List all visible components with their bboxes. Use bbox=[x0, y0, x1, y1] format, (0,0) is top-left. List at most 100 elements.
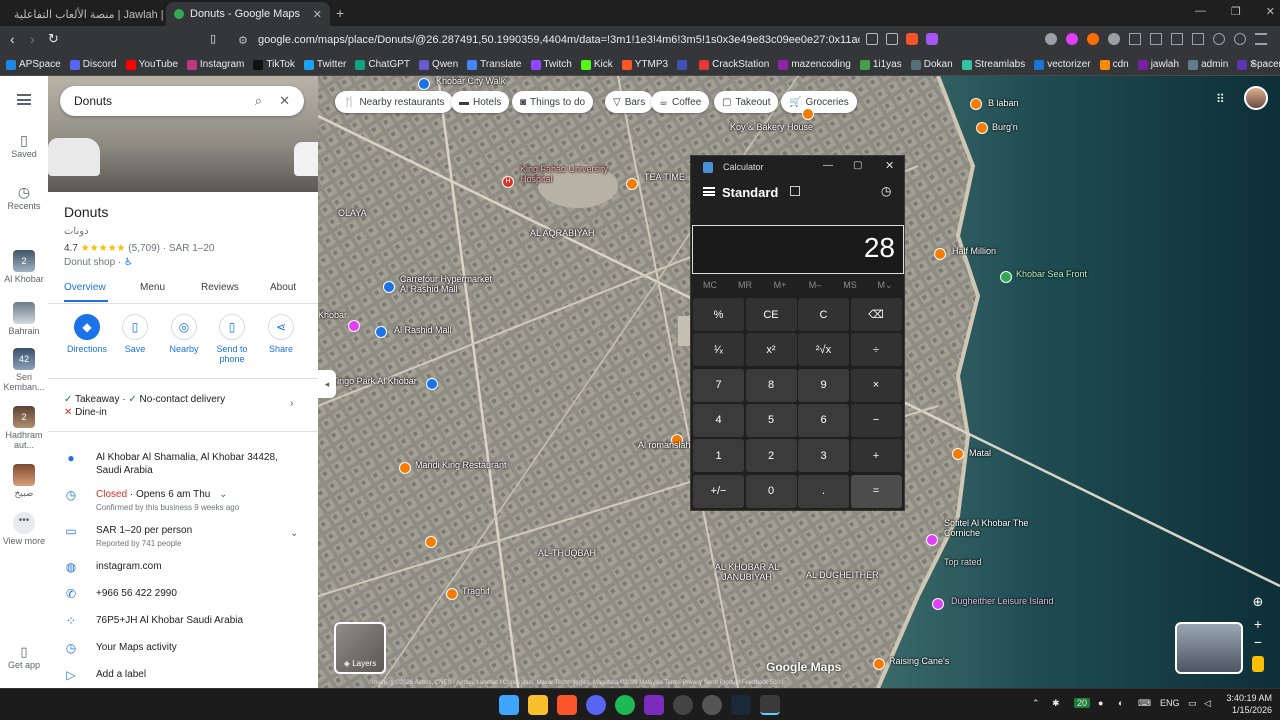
file-explorer-icon[interactable] bbox=[528, 695, 548, 715]
minimize-icon[interactable]: — bbox=[823, 160, 833, 171]
calc-key-reciprocal[interactable]: ¹⁄ₓ bbox=[693, 333, 744, 367]
bookmark-item[interactable]: 1i1yas bbox=[859, 59, 902, 70]
search-input[interactable]: Donuts bbox=[74, 94, 112, 108]
tray-badge[interactable]: 20 bbox=[1074, 698, 1091, 708]
chip-things-to-do[interactable]: ◙ Things to do bbox=[512, 91, 594, 113]
bookmark-item[interactable]: Translate bbox=[467, 59, 522, 70]
collapse-panel-button[interactable]: ◂ bbox=[318, 370, 336, 398]
restaurant-pin[interactable] bbox=[934, 248, 946, 260]
vpn-icon[interactable] bbox=[1234, 33, 1246, 45]
chip-bars[interactable]: ▽ Bars bbox=[605, 91, 654, 113]
brave-browser-icon[interactable] bbox=[557, 695, 577, 715]
forward-icon[interactable]: › bbox=[30, 31, 35, 47]
save-button[interactable]: ▯ Save bbox=[111, 314, 159, 354]
calc-key-add[interactable]: + bbox=[850, 439, 902, 473]
account-avatar[interactable] bbox=[1244, 86, 1268, 110]
ext-4-icon[interactable] bbox=[1108, 33, 1120, 45]
bookmark-item[interactable]: vectorizer bbox=[1034, 59, 1091, 70]
nav-menu-icon[interactable] bbox=[703, 187, 715, 196]
nearby-button[interactable]: ◎ Nearby bbox=[160, 314, 208, 354]
share-icon[interactable] bbox=[886, 33, 898, 45]
calc-key-digit-8[interactable]: 8 bbox=[745, 368, 797, 402]
bookmark-item[interactable] bbox=[677, 59, 690, 70]
tab-menu[interactable]: Menu bbox=[140, 282, 165, 293]
calc-key-digit-3[interactable]: 3 bbox=[798, 439, 849, 473]
bookmark-item[interactable]: Twitter bbox=[303, 59, 346, 70]
tray-app-icon[interactable]: ● bbox=[1098, 698, 1103, 708]
rail-recent-place[interactable]: 2 Hadhram aut... bbox=[0, 406, 48, 450]
leo-icon[interactable] bbox=[1213, 33, 1225, 45]
maximize-icon[interactable]: ▢ bbox=[853, 160, 862, 171]
park-pin[interactable] bbox=[932, 598, 944, 610]
park-pin[interactable] bbox=[426, 378, 438, 390]
back-icon[interactable]: ‹ bbox=[10, 31, 15, 47]
rail-recent-place[interactable]: صبيخ bbox=[0, 464, 48, 499]
rail-get-app[interactable]: ▯ Get app bbox=[0, 644, 48, 670]
poi-pin[interactable] bbox=[418, 78, 430, 90]
calc-key-multiply[interactable]: × bbox=[850, 368, 902, 402]
zoom-in-button[interactable]: + bbox=[1250, 616, 1266, 632]
menu-hamburger-icon[interactable] bbox=[17, 94, 31, 105]
spotify-icon[interactable] bbox=[615, 695, 635, 715]
keyboard-icon[interactable]: ⌨ bbox=[1138, 698, 1151, 709]
hospital-pin[interactable]: H bbox=[502, 176, 514, 188]
calc-key-digit-1[interactable]: 1 bbox=[693, 439, 744, 473]
bookmark-item[interactable]: Instagram bbox=[186, 59, 244, 70]
memory-button[interactable]: M– bbox=[798, 280, 832, 290]
chip-nearby-restaurants[interactable]: 🍴 Nearby restaurants bbox=[335, 91, 453, 113]
calc-key-percent[interactable]: % bbox=[693, 298, 744, 331]
calc-key-digit-4[interactable]: 4 bbox=[693, 403, 744, 437]
chip-hotels[interactable]: ▬ Hotels bbox=[451, 91, 510, 113]
tab-overview[interactable]: Overview bbox=[64, 282, 106, 293]
pegman-icon[interactable] bbox=[1252, 656, 1264, 672]
tab-google-maps[interactable]: Donuts - Google Maps ✕ bbox=[166, 2, 330, 26]
bookmark-item[interactable]: Kick bbox=[580, 59, 613, 70]
rail-recents[interactable]: ◷ Recents bbox=[0, 184, 48, 211]
wallet-icon[interactable] bbox=[1192, 33, 1204, 45]
park-pin[interactable] bbox=[1000, 271, 1012, 283]
restaurant-pin[interactable] bbox=[425, 536, 437, 548]
sidebar-icon[interactable] bbox=[1171, 33, 1183, 45]
discord-icon[interactable] bbox=[586, 695, 606, 715]
ext-3-icon[interactable] bbox=[1087, 33, 1099, 45]
hotel-pin[interactable] bbox=[926, 534, 938, 546]
tab-reviews[interactable]: Reviews bbox=[201, 282, 239, 293]
tab-jawlah[interactable]: منصة الألعاب التفاعلية | Jawlah | جولة bbox=[6, 2, 166, 26]
site-info-icon[interactable]: ⚙ bbox=[238, 34, 248, 47]
search-icon[interactable]: ⌕ bbox=[255, 93, 262, 109]
poi-pin[interactable] bbox=[348, 320, 360, 332]
bookmark-item[interactable]: TikTok bbox=[253, 59, 295, 70]
brave-shield-icon[interactable] bbox=[906, 33, 918, 45]
calc-key-backspace[interactable]: ⌫ bbox=[850, 298, 902, 331]
keep-on-top-icon[interactable] bbox=[790, 186, 800, 196]
close-tab-icon[interactable]: ✕ bbox=[313, 8, 322, 21]
zoom-out-button[interactable]: − bbox=[1250, 634, 1266, 650]
restaurant-pin[interactable] bbox=[802, 108, 814, 120]
bookmark-item[interactable]: CrackStation bbox=[699, 59, 769, 70]
calculator-taskbar-icon[interactable] bbox=[760, 695, 780, 715]
steam-icon[interactable] bbox=[731, 695, 751, 715]
rail-view-more[interactable]: ••• View more bbox=[0, 512, 48, 546]
memory-button[interactable]: MR bbox=[728, 280, 762, 290]
settings-icon[interactable] bbox=[673, 695, 693, 715]
calc-key-clear-entry[interactable]: CE bbox=[745, 298, 797, 331]
calc-key-divide[interactable]: ÷ bbox=[850, 333, 902, 367]
restaurant-pin[interactable] bbox=[446, 588, 458, 600]
tray-app-icon[interactable]: ◐ bbox=[1118, 698, 1123, 708]
calc-key-subtract[interactable]: − bbox=[850, 403, 902, 437]
calc-key-digit-7[interactable]: 7 bbox=[693, 368, 744, 402]
bookmark-item[interactable]: ChatGPT bbox=[355, 59, 410, 70]
calc-key-square[interactable]: x² bbox=[745, 333, 797, 367]
bookmark-item[interactable]: cdn bbox=[1099, 59, 1129, 70]
rail-recent-place[interactable]: 42 Seri Kemban... bbox=[0, 348, 48, 392]
calc-key-digit-0[interactable]: 0 bbox=[745, 474, 797, 508]
restaurant-pin[interactable] bbox=[976, 122, 988, 134]
calc-key-square-root[interactable]: ²√x bbox=[798, 333, 849, 367]
network-icon[interactable]: ▭ bbox=[1188, 698, 1197, 709]
new-tab-button[interactable]: + bbox=[336, 5, 344, 21]
bookmark-item[interactable]: Streamlabs bbox=[961, 59, 1025, 70]
steelseries-icon[interactable] bbox=[702, 695, 722, 715]
rail-recent-place[interactable]: Bahrain bbox=[0, 302, 48, 336]
street-view-thumbnail[interactable] bbox=[1175, 622, 1243, 674]
bookmarks-overflow-icon[interactable]: » bbox=[1250, 58, 1256, 69]
